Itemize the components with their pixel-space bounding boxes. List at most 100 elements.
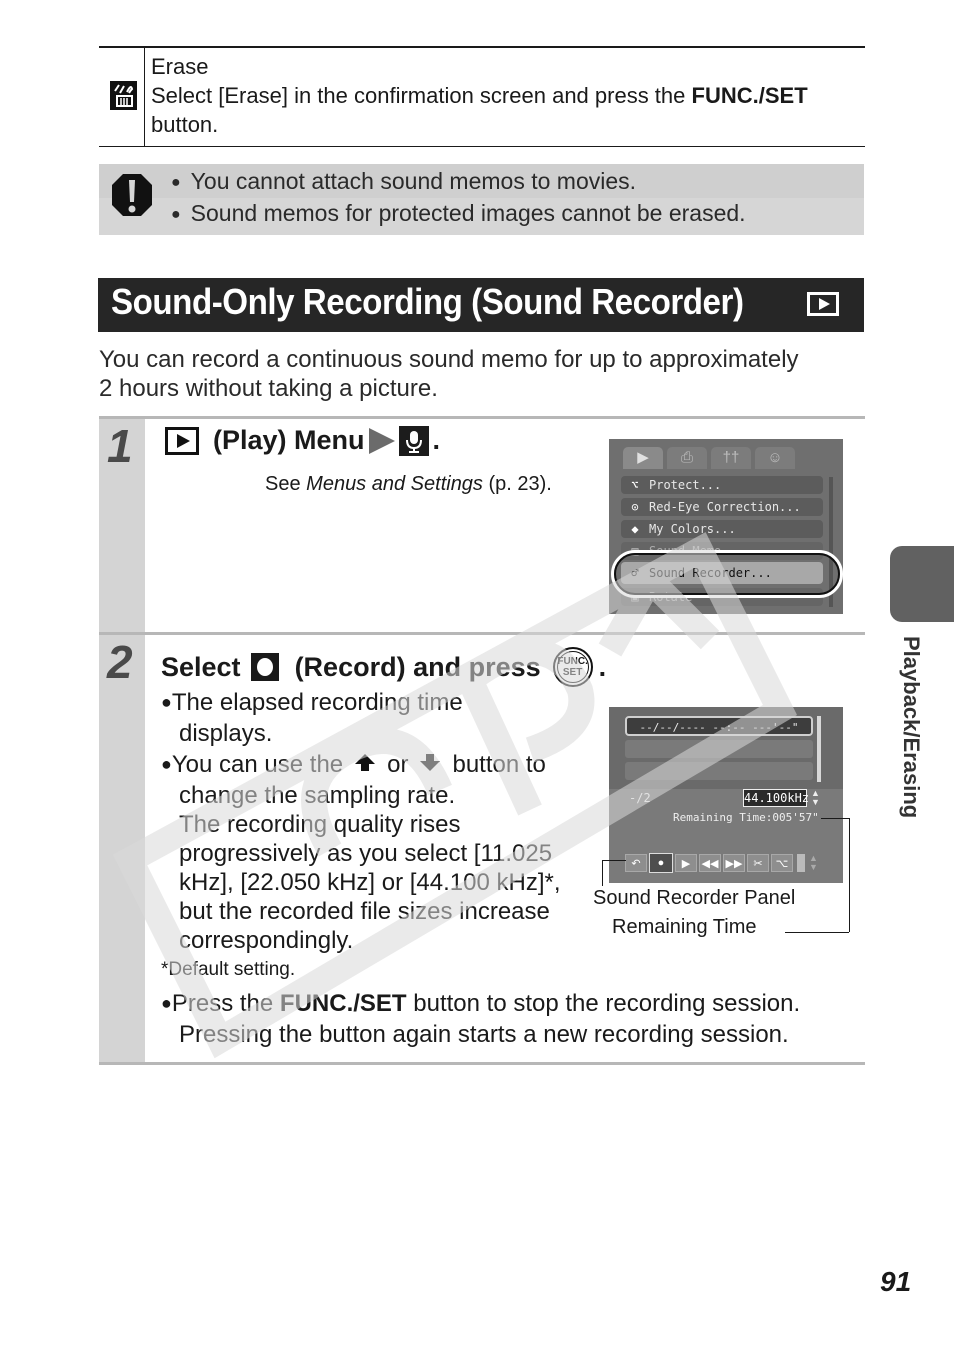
caution-item: You cannot attach sound memos to movies. — [171, 167, 746, 199]
bullet-line: correspondingly. — [179, 927, 354, 954]
chapter-label: Playback/Erasing — [890, 636, 930, 856]
bullet-text: Press the — [171, 990, 280, 1017]
fast-forward-icon: ▶▶ — [723, 854, 745, 872]
menu-item-label: Protect... — [649, 478, 722, 492]
microphone-icon — [398, 425, 429, 456]
menu-tab-setup: †† — [711, 447, 751, 469]
volume-bar-icon — [797, 854, 805, 872]
bullet-line: The elapsed recording time — [161, 688, 591, 719]
erase-title: Erase — [151, 54, 209, 79]
step-2: 2 Select (Record) and press FUNC.SET . T… — [99, 632, 865, 1065]
caution-item: Sound memos for protected images cannot … — [171, 199, 746, 231]
my-colors-icon: ◆ — [631, 522, 639, 536]
bullet-line: Press the FUNC./SET button to stop the r… — [161, 989, 881, 1020]
step-1: 1 (Play) Menu . See Menus and Settings (… — [99, 416, 865, 634]
heading-record-text: (Record) and press — [294, 651, 541, 682]
menu-item-label: Red-Eye Correction... — [649, 500, 801, 514]
key-icon: ⌥ — [631, 478, 639, 492]
ref-post: (p. 23). — [482, 473, 552, 495]
erase-description: Erase Select [Erase] in the confirmation… — [151, 52, 808, 139]
intro-line: 2 hours without taking a picture. — [99, 375, 438, 402]
chapter-tab — [890, 546, 954, 622]
erase-control-icon: ✂ — [747, 854, 769, 872]
step-1-heading: (Play) Menu . — [165, 425, 440, 456]
up-down-arrows-icon: ▲ ▼ — [811, 788, 820, 807]
bullet-text: button to stop the recording session. — [406, 990, 801, 1017]
step-number-column: 2 — [99, 635, 145, 1062]
bullet-line: The recording quality rises — [179, 811, 461, 838]
bullet-line: but the recorded file sizes increase — [179, 898, 550, 925]
remaining-time: Remaining Time:005'57" — [673, 811, 819, 824]
callout-line — [602, 860, 626, 861]
menu-item-red-eye: ⊙ Red-Eye Correction... — [621, 498, 823, 516]
menu-tab-mycamera: ☺ — [755, 447, 795, 469]
callout-remaining-time: Remaining Time — [612, 916, 757, 938]
play-menu-icon — [165, 426, 199, 455]
page-number: 91 — [880, 1266, 912, 1297]
caution-list: You cannot attach sound memos to movies.… — [171, 167, 746, 231]
step-number-column: 1 — [99, 419, 145, 634]
erase-icon — [110, 81, 137, 110]
heading-select: Select — [161, 651, 241, 682]
selection-highlight-inner — [614, 553, 840, 595]
callout-line — [602, 860, 603, 886]
bullet-text: You can use the — [171, 751, 344, 778]
erase-text-pre: Select [Erase] in the confirmation scree… — [151, 83, 692, 108]
step-number: 2 — [107, 636, 133, 688]
section-intro: You can record a continuous sound memo f… — [99, 345, 799, 403]
sampling-rate-value: 44.100kHz — [743, 789, 810, 807]
func-set-button-icon: FUNC. SET — [552, 647, 593, 687]
sound-recorder-screen: --/--/---- --:-- ---'--" -/2 44.100kHz ▲… — [609, 707, 843, 883]
func-set-label: FUNC./SET — [279, 990, 407, 1017]
bullet-line: progressively as you select [11.025 — [179, 840, 553, 867]
bullet-line: You can use the or button to — [161, 750, 591, 781]
section-title: Sound-Only Recording (Sound Recorder) — [111, 281, 744, 322]
menu-tab-play: ▶ — [623, 447, 663, 469]
bullet-line: kHz], [22.050 kHz] or [44.100 kHz]*, — [179, 869, 561, 896]
erase-instruction-end: button. — [151, 112, 219, 137]
recording-count: -/2 — [629, 791, 651, 805]
red-eye-icon: ⊙ — [631, 500, 639, 514]
recording-date-row: --/--/---- --:-- ---'--" — [625, 716, 813, 736]
protect-key-icon: ⌥ — [771, 854, 793, 872]
bullet-elapsed-time: The elapsed recording time displays. — [161, 688, 591, 748]
playback-mode-icon — [807, 292, 839, 316]
step-number: 1 — [107, 420, 133, 472]
erase-instruction: Select [Erase] in the confirmation scree… — [151, 81, 808, 110]
chapter-label-text: Playback/Erasing — [899, 636, 924, 819]
menu-item-label: My Colors... — [649, 522, 736, 536]
heading-period: . — [432, 425, 441, 455]
arrow-right-icon — [368, 427, 395, 454]
menu-item-my-colors: ◆ My Colors... — [621, 520, 823, 538]
menu-tab-print: ⎙ — [667, 447, 707, 469]
caution-icon — [111, 172, 153, 218]
play-control-icon: ▶ — [675, 854, 697, 872]
intro-line: You can record a continuous sound memo f… — [99, 346, 799, 373]
bullet-text: or — [387, 751, 409, 778]
record-icon — [250, 653, 279, 681]
erase-table-row: Erase Select [Erase] in the confirmation… — [99, 46, 865, 147]
set-label: SET — [562, 667, 583, 678]
rewind-icon: ◀◀ — [699, 854, 721, 872]
volume-arrows-icon: ▲ ▼ — [809, 853, 818, 872]
func-set-label: FUNC./SET — [691, 83, 808, 108]
bullet-text: button to — [452, 751, 546, 778]
down-button-icon — [418, 752, 442, 774]
caution-box: You cannot attach sound memos to movies.… — [99, 164, 864, 235]
bullet-line: change the sampling rate. — [179, 782, 456, 809]
callout-line — [785, 932, 849, 933]
ref-pre: See — [265, 473, 307, 495]
callout-line — [821, 818, 849, 819]
step-1-heading-text: (Play) Menu — [213, 425, 365, 455]
sound-recorder-panel: ↶ ● ▶ ◀◀ ▶▶ ✂ ⌥ ▲ ▼ — [625, 853, 818, 873]
step-2-heading: Select (Record) and press FUNC. SET . — [161, 647, 606, 687]
bullet-line: displays. — [179, 720, 273, 747]
ref-link-text: Menus and Settings — [306, 473, 483, 495]
bullet-stop-recording: Press the FUNC./SET button to stop the r… — [161, 989, 881, 1049]
erase-icon-cell — [99, 48, 145, 146]
func-label: FUNC. — [557, 656, 588, 667]
exit-icon: ↶ — [625, 854, 647, 872]
heading-period: . — [598, 651, 607, 682]
footnote: *Default setting. — [161, 959, 296, 980]
bullet-sampling-rate: You can use the or button to change the sa… — [161, 750, 591, 955]
